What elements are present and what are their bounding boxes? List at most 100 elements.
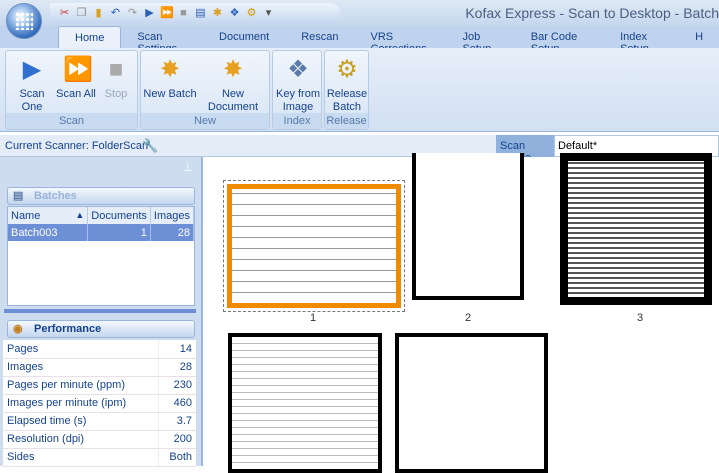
thumbnail-2[interactable] [412, 153, 524, 300]
thumbnail-3[interactable] [560, 153, 712, 305]
scan-one-icon[interactable]: ▶ [143, 7, 156, 20]
performance-row: Pages per minute (ppm) 230 [3, 376, 196, 395]
scan-all-icon[interactable]: ⏩ [160, 7, 174, 20]
paste-icon[interactable]: ▮ [92, 7, 105, 20]
tab-help[interactable]: H [679, 26, 719, 48]
performance-row: Elapsed time (s) 3.7 [3, 412, 196, 431]
quick-access-toolbar: ✂ ❐ ▮ ↶ ↷ ▶ ⏩ ■ ▤ ✱ ❖ ⚙ ▾ [50, 3, 340, 23]
scan-one-label: Scan One [19, 88, 45, 113]
tab-vrs-corrections[interactable]: VRS Corrections [354, 26, 446, 55]
stop-icon[interactable]: ■ [177, 7, 190, 20]
ribbon-tabs: Home Scan Settings Document Rescan VRS C… [0, 26, 719, 55]
play-icon: ▶ [22, 56, 42, 83]
column-name[interactable]: Name ▲ [8, 207, 89, 224]
batch-label: Batch [332, 101, 362, 113]
batch-images: 28 [150, 224, 194, 241]
index-group-label: Index [273, 113, 321, 129]
ecg-page-image [227, 184, 401, 308]
performance-title: Performance [34, 323, 102, 335]
column-images[interactable]: Images [150, 207, 194, 224]
redo-icon[interactable]: ↷ [126, 7, 139, 20]
performance-row: Images 28 [3, 358, 196, 377]
tab-job-setup[interactable]: Job Setup [446, 26, 514, 55]
performance-row: Pages 14 [3, 340, 196, 359]
thumbnail-5[interactable] [395, 333, 548, 473]
new-group-label: New [141, 113, 269, 129]
new-document-button[interactable]: ✸ New Document [197, 53, 269, 114]
scan-all-label: Scan All [56, 88, 96, 100]
scan-group: ▶ Scan One ⏩ Scan All ■ Stop Scan [5, 50, 138, 130]
thumbnail-label: 1 [309, 312, 317, 324]
copy-icon[interactable]: ❐ [75, 7, 88, 20]
performance-header: ◉ Performance [7, 320, 195, 338]
title-bar: ✂ ❐ ▮ ↶ ↷ ▶ ⏩ ■ ▤ ✱ ❖ ⚙ ▾ Kofax Express … [0, 0, 719, 26]
gear-icon: ⚙ [336, 56, 358, 83]
metric-label: Pages [3, 340, 159, 359]
key-from-image-button[interactable]: ❖ Key from Image [275, 53, 321, 114]
tab-document[interactable]: Document [203, 26, 285, 48]
release-group: ⚙ Release Batch Release [324, 50, 369, 130]
thumbnail-view: 1 2 3 [205, 153, 719, 473]
new-batch-button[interactable]: ✸ New Batch [143, 53, 197, 101]
key-from-image-icon[interactable]: ❖ [228, 7, 241, 20]
thumbnail-label: 3 [636, 312, 644, 324]
metric-value: Both [158, 448, 196, 467]
new-document-icon[interactable]: ✱ [211, 7, 224, 20]
stopwatch-icon: ◉ [13, 323, 23, 335]
scan-one-button[interactable]: ▶ Scan One [9, 53, 55, 114]
metric-label: Resolution (dpi) [3, 430, 159, 449]
tab-home[interactable]: Home [58, 26, 122, 48]
metric-value: 230 [158, 376, 196, 395]
index-group: ❖ Key from Image Index [272, 50, 322, 130]
performance-row: Images per minute (ipm) 460 [3, 394, 196, 413]
tab-scan-settings[interactable]: Scan Settings [121, 26, 203, 55]
batch-name: Batch003 [8, 224, 89, 241]
current-scanner-label: Current Scanner: FolderScan [5, 140, 149, 152]
stop-button[interactable]: ■ Stop [100, 53, 132, 101]
splitter[interactable] [4, 309, 196, 313]
table-row[interactable]: Batch003 1 28 [8, 224, 194, 241]
new-document-label: New Document [207, 88, 259, 113]
metric-value: 3.7 [158, 412, 196, 431]
window-title: Kofax Express - Scan to Desktop - Batch [465, 5, 719, 21]
scan-all-button[interactable]: ⏩ Scan All [56, 53, 96, 101]
batches-table: Name ▲ Documents Images Batch003 1 28 [7, 206, 195, 306]
new-batch-icon: ✸ [159, 56, 181, 83]
column-documents[interactable]: Documents [87, 207, 151, 224]
performance-row: Resolution (dpi) 200 [3, 430, 196, 449]
application-menu-button[interactable] [6, 3, 42, 39]
fast-forward-icon: ⏩ [63, 56, 93, 83]
new-group: ✸ New Batch ✸ New Document New [140, 50, 270, 130]
column-name-label: Name [11, 209, 41, 222]
performance-table: Pages 14 Images 28 Pages per minute (ppm) 230… [3, 340, 196, 467]
customize-icon[interactable]: ▾ [262, 7, 275, 20]
pin-icon[interactable]: ⊥ [183, 161, 193, 174]
metric-value: 200 [158, 430, 196, 449]
wrench-icon[interactable]: 🔧 [142, 138, 158, 154]
metric-label: Pages per minute (ppm) [3, 376, 159, 395]
stop-icon: ■ [108, 56, 124, 83]
batches-icon: ▤ [13, 190, 24, 202]
release-icon[interactable]: ⚙ [245, 7, 258, 20]
metric-label: Sides [3, 448, 159, 467]
metric-label: Elapsed time (s) [3, 412, 159, 431]
ribbon: ▶ Scan One ⏩ Scan All ■ Stop Scan ✸ New Batc… [0, 48, 719, 132]
stop-label: Stop [104, 88, 128, 100]
release-batch-button[interactable]: ⚙ Release Batch [326, 53, 368, 114]
tab-rescan[interactable]: Rescan [285, 26, 354, 48]
image-label: Image [282, 101, 314, 113]
metric-value: 14 [158, 340, 196, 359]
thumbnail-1[interactable] [223, 180, 405, 312]
tab-index-setup[interactable]: Index Setup [604, 26, 679, 55]
keys-icon: ❖ [287, 56, 309, 83]
new-document-icon: ✸ [222, 56, 244, 83]
performance-row: Sides Both [3, 448, 196, 467]
metric-label: Images per minute (ipm) [3, 394, 159, 413]
thumbnail-4[interactable] [228, 333, 382, 473]
release-group-label: Release [325, 113, 368, 129]
cut-icon[interactable]: ✂ [58, 7, 71, 20]
new-batch-label: New Batch [143, 88, 197, 100]
undo-icon[interactable]: ↶ [109, 7, 122, 20]
new-batch-icon[interactable]: ▤ [194, 7, 207, 20]
tab-bar-code-setup[interactable]: Bar Code Setup [515, 26, 604, 55]
